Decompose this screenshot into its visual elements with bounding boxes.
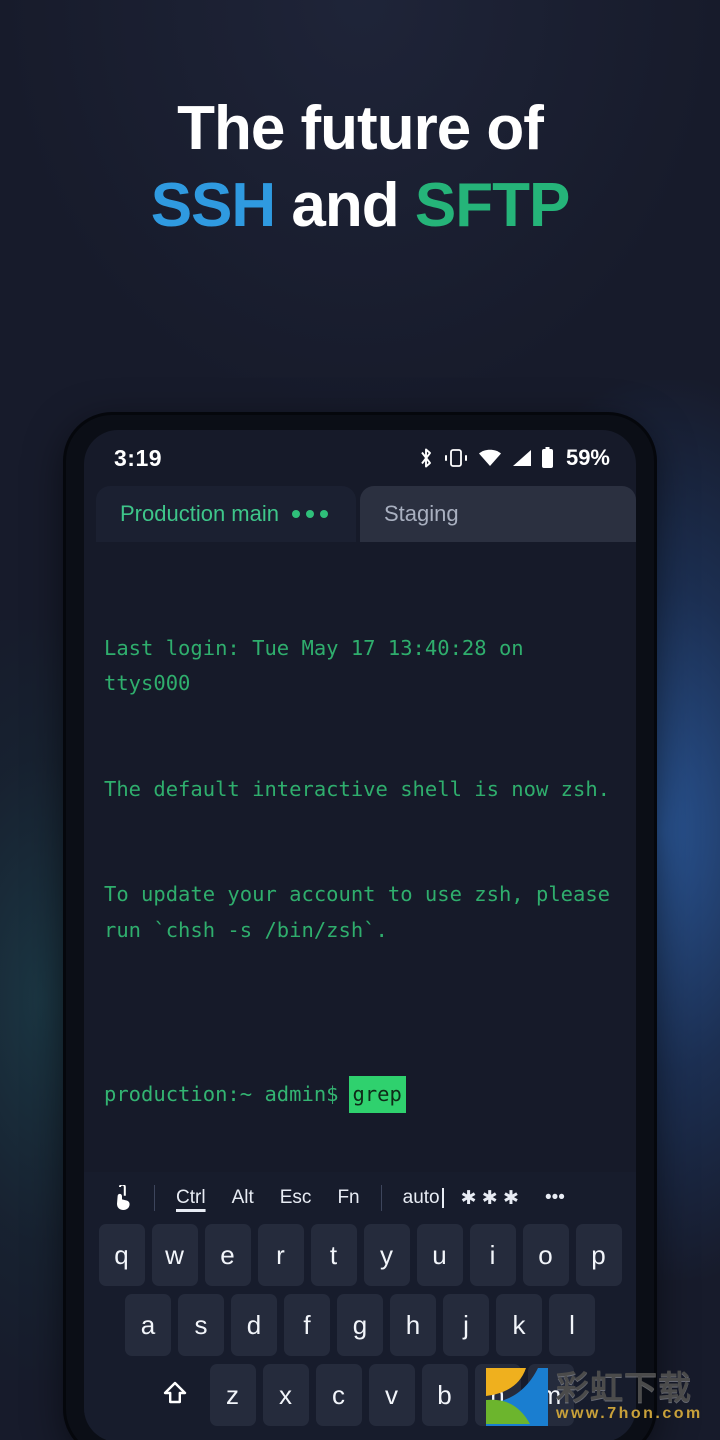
key-esc[interactable]: Esc bbox=[267, 1187, 325, 1209]
key-j[interactable]: j bbox=[443, 1294, 489, 1356]
key-x[interactable]: x bbox=[262, 1364, 309, 1426]
cellular-signal-icon bbox=[511, 449, 532, 467]
tab-overflow-menu-icon[interactable] bbox=[291, 510, 328, 518]
key-s[interactable]: s bbox=[178, 1294, 224, 1356]
terminal-line-1: Last login: Tue May 17 13:40:28 on ttys0… bbox=[104, 635, 536, 695]
phone-screen: 3:19 59% Production main Staging Last lo… bbox=[84, 430, 636, 1440]
key-d[interactable]: d bbox=[231, 1294, 277, 1356]
battery-percent-label: 59% bbox=[565, 445, 610, 470]
key-i[interactable]: i bbox=[469, 1224, 516, 1286]
autocomplete-field-value: auto bbox=[402, 1187, 440, 1208]
vibrate-icon bbox=[443, 448, 469, 468]
key-f[interactable]: f bbox=[284, 1294, 330, 1356]
keyboard-row-1: q w e r t y u i o p bbox=[88, 1224, 632, 1286]
toolbar-divider-2 bbox=[380, 1185, 382, 1211]
key-k[interactable]: k bbox=[496, 1294, 542, 1356]
headline-line-1: The future of bbox=[177, 94, 544, 163]
key-g[interactable]: g bbox=[337, 1294, 383, 1356]
key-l[interactable]: l bbox=[549, 1294, 595, 1356]
key-alt[interactable]: Alt bbox=[219, 1187, 267, 1209]
password-mask-button[interactable]: ✱ ✱ ✱ bbox=[448, 1187, 532, 1210]
status-bar: 3:19 59% bbox=[84, 430, 636, 486]
keyboard-toolbar: Ctrl Alt Esc Fn auto ✱ ✱ ✱ ••• bbox=[84, 1172, 636, 1224]
terminal-output[interactable]: Last login: Tue May 17 13:40:28 on ttys0… bbox=[84, 542, 636, 1184]
site-watermark: 彩虹下载 www.7hon.com bbox=[480, 1354, 720, 1440]
key-b[interactable]: b bbox=[421, 1364, 468, 1426]
watermark-logo-icon bbox=[484, 1366, 550, 1428]
key-y[interactable]: y bbox=[363, 1224, 410, 1286]
key-o[interactable]: o bbox=[522, 1224, 569, 1286]
toolbar-divider bbox=[154, 1185, 155, 1211]
headline-word-ssh: SSH bbox=[150, 171, 276, 241]
status-icon-group: 59% bbox=[418, 445, 610, 471]
key-u[interactable]: u bbox=[416, 1224, 463, 1286]
terminal-typed-command: grep bbox=[348, 1075, 406, 1113]
key-h[interactable]: h bbox=[390, 1294, 436, 1356]
tab-staging-label: Staging bbox=[384, 501, 459, 526]
watermark-text: 彩虹下载 www.7hon.com bbox=[556, 1368, 703, 1424]
key-ctrl[interactable]: Ctrl bbox=[163, 1187, 219, 1209]
key-v[interactable]: v bbox=[368, 1364, 415, 1426]
key-a[interactable]: a bbox=[125, 1294, 171, 1356]
keyboard-more-icon[interactable]: ••• bbox=[532, 1187, 578, 1209]
key-t[interactable]: t bbox=[310, 1224, 357, 1286]
key-w[interactable]: w bbox=[151, 1224, 198, 1286]
key-r[interactable]: r bbox=[257, 1224, 304, 1286]
keyboard-row-2: a s d f g h j k l bbox=[88, 1294, 632, 1356]
terminal-tab-bar: Production main Staging bbox=[84, 486, 636, 542]
terminal-line-2: The default interactive shell is now zsh… bbox=[104, 776, 611, 801]
text-caret bbox=[441, 1188, 444, 1208]
key-fn[interactable]: Fn bbox=[324, 1187, 372, 1209]
watermark-site-url: www.7hon.com bbox=[556, 1405, 703, 1423]
headline-line-2: SSH and SFTP bbox=[0, 173, 720, 238]
wifi-icon bbox=[478, 449, 502, 467]
phone-device-frame: 3:19 59% Production main Staging Last lo… bbox=[66, 415, 654, 1440]
terminal-prompt: production:~ admin$ bbox=[104, 1081, 339, 1106]
terminal-line-3: To update your account to use zsh, pleas… bbox=[104, 882, 623, 942]
watermark-site-name: 彩虹下载 bbox=[556, 1368, 692, 1406]
headline-word-sftp: SFTP bbox=[414, 171, 570, 241]
key-z[interactable]: z bbox=[209, 1364, 256, 1426]
key-p[interactable]: p bbox=[575, 1224, 622, 1286]
autocomplete-field[interactable]: auto bbox=[390, 1187, 448, 1209]
tab-production-main-label: Production main bbox=[120, 501, 279, 526]
key-e[interactable]: e bbox=[204, 1224, 251, 1286]
page-root: The future of SSH and SFTP 3:19 59% Prod… bbox=[0, 0, 720, 1440]
key-q[interactable]: q bbox=[98, 1224, 145, 1286]
tab-staging[interactable]: Staging bbox=[360, 486, 636, 542]
bluetooth-icon bbox=[418, 447, 434, 469]
terminal-prompt-line: production:~ admin$ grep bbox=[104, 1075, 616, 1113]
shift-arrow-icon[interactable] bbox=[147, 1364, 203, 1426]
status-time: 3:19 bbox=[114, 444, 163, 471]
headline-word-and: and bbox=[275, 171, 415, 241]
promo-headline: The future of SSH and SFTP bbox=[0, 96, 720, 238]
touch-pointer-icon[interactable] bbox=[98, 1185, 146, 1211]
key-c[interactable]: c bbox=[315, 1364, 362, 1426]
battery-icon bbox=[541, 447, 554, 469]
tab-production-main[interactable]: Production main bbox=[96, 486, 356, 542]
